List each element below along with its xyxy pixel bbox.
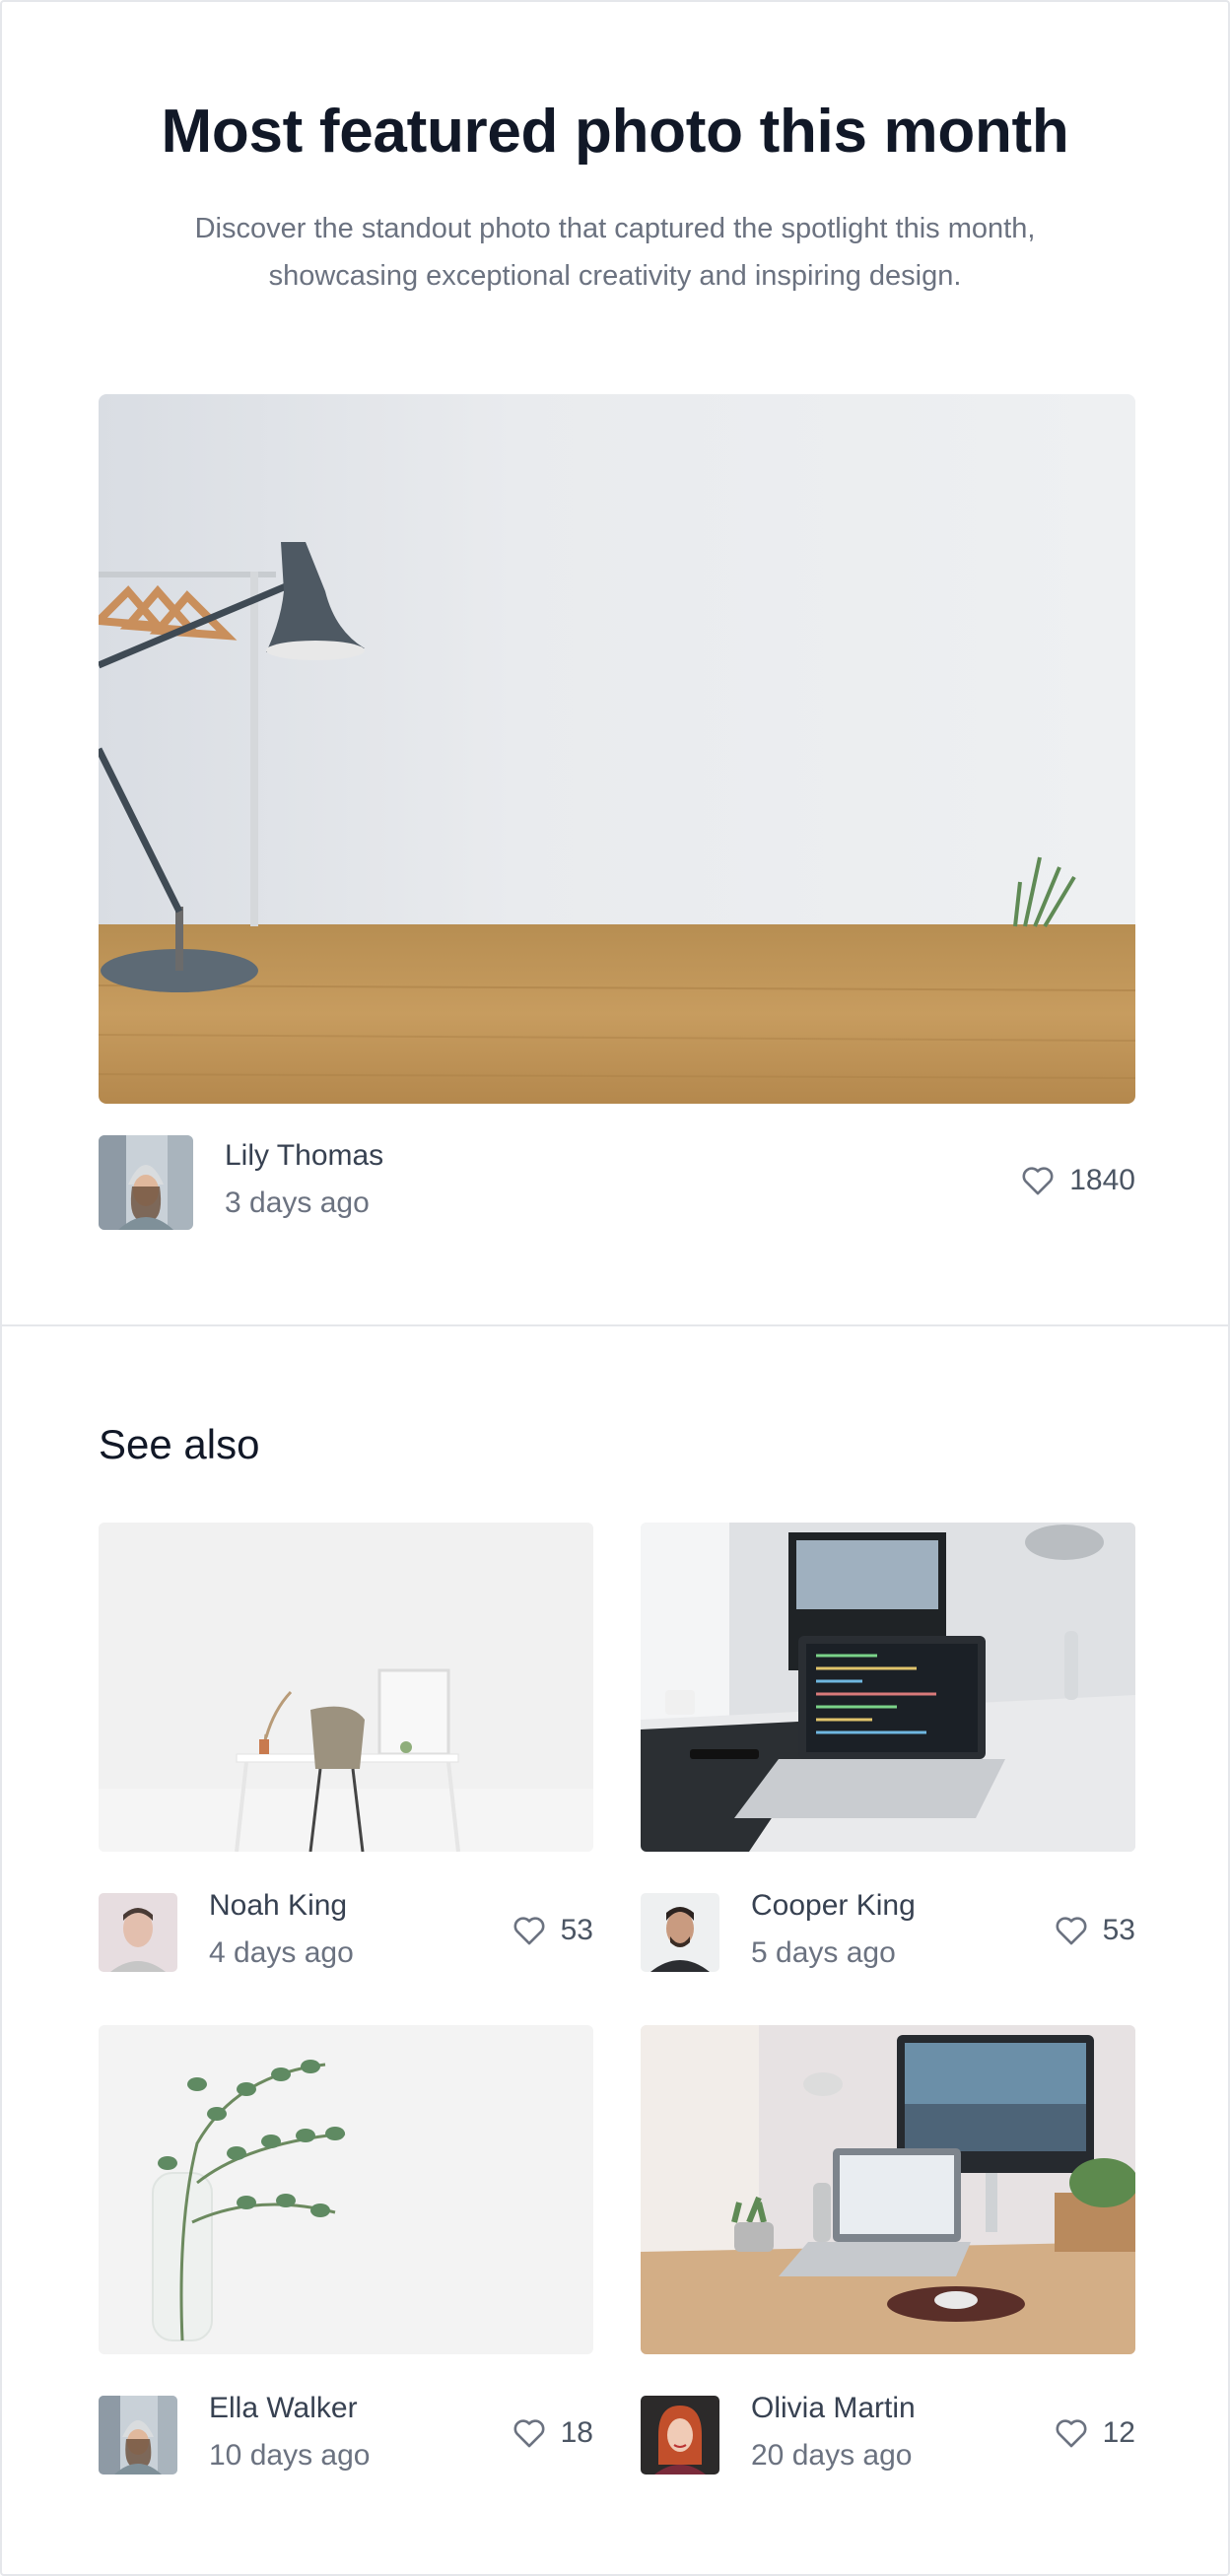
featured-title: Most featured photo this month <box>161 98 1069 166</box>
like-button[interactable]: 53 <box>512 1911 593 1950</box>
heart-icon <box>512 1915 547 1946</box>
photo-thumbnail[interactable] <box>99 1523 593 1852</box>
featured-photo[interactable] <box>99 394 1135 1104</box>
like-button[interactable]: 18 <box>512 2413 593 2453</box>
author-row: Olivia Martin 20 days ago 12 <box>641 2392 1135 2474</box>
author-row: Noah King 4 days ago 53 <box>99 1889 593 1972</box>
workspace-monitor-image <box>641 2025 1135 2354</box>
like-button[interactable]: 12 <box>1054 2413 1135 2453</box>
like-count: 12 <box>1102 2416 1135 2449</box>
heart-icon <box>1020 1165 1056 1196</box>
like-button[interactable]: 53 <box>1054 1911 1135 1950</box>
author-name[interactable]: Noah King <box>209 1889 347 1923</box>
like-count: 53 <box>560 1914 593 1946</box>
featured-author-row: Lily Thomas 3 days ago 1840 <box>99 1135 1135 1230</box>
author-time: 20 days ago <box>751 2439 913 2472</box>
page-frame: Most featured photo this month Discover … <box>0 0 1230 2576</box>
featured-section: Most featured photo this month Discover … <box>2 2 1228 1325</box>
white-desk-image <box>99 1523 593 1852</box>
author-time: 4 days ago <box>209 1936 354 1969</box>
avatar[interactable] <box>99 1893 177 1972</box>
author-time: 5 days ago <box>751 1936 896 1969</box>
avatar-ella-walker-image <box>99 2396 177 2474</box>
like-count: 53 <box>1102 1914 1135 1946</box>
avatar[interactable] <box>99 1135 193 1230</box>
author-time: 3 days ago <box>225 1186 370 1219</box>
heart-icon <box>1054 2417 1089 2449</box>
like-count: 1840 <box>1069 1164 1135 1196</box>
avatar-cooper-king-image <box>641 1893 719 1972</box>
heart-icon <box>512 2417 547 2449</box>
photo-thumbnail[interactable] <box>99 2025 593 2354</box>
author-time: 10 days ago <box>209 2439 371 2472</box>
like-button[interactable]: 1840 <box>1020 1161 1135 1200</box>
avatar[interactable] <box>99 2396 177 2474</box>
heart-icon <box>1054 1915 1089 1946</box>
like-count: 18 <box>560 2416 593 2449</box>
section-divider <box>2 1324 1228 1326</box>
author-row: Cooper King 5 days ago 53 <box>641 1889 1135 1972</box>
author-name[interactable]: Lily Thomas <box>225 1139 383 1173</box>
see-also-title: See also <box>99 1421 260 1467</box>
author-name[interactable]: Cooper King <box>751 1889 916 1923</box>
lamp-desk-image <box>99 394 1135 1104</box>
eucalyptus-vase-image <box>99 2025 593 2354</box>
featured-description: Discover the standout photo that capture… <box>194 213 1036 292</box>
avatar[interactable] <box>641 2396 719 2474</box>
avatar-noah-king-image <box>99 1893 177 1972</box>
author-row: Ella Walker 10 days ago 18 <box>99 2392 593 2474</box>
author-name[interactable]: Ella Walker <box>209 2392 358 2425</box>
avatar-olivia-martin-image <box>641 2396 719 2474</box>
avatar[interactable] <box>641 1893 719 1972</box>
author-name[interactable]: Olivia Martin <box>751 2392 916 2425</box>
laptop-code-image <box>641 1523 1135 1852</box>
photo-thumbnail[interactable] <box>641 2025 1135 2354</box>
photo-thumbnail[interactable] <box>641 1523 1135 1852</box>
avatar-lily-thomas-image <box>99 1135 193 1230</box>
